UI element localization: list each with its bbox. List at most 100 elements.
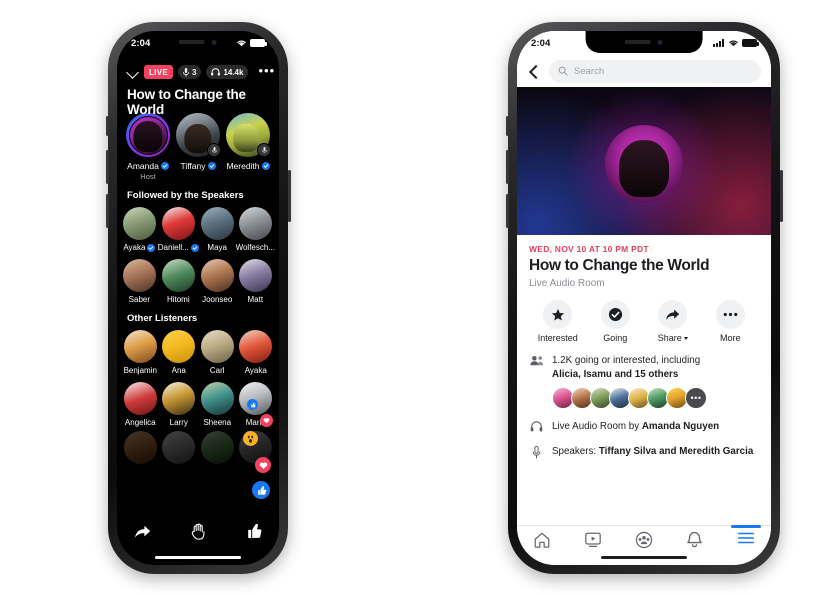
host-avatar [605,124,683,203]
avatar [238,259,272,292]
bell-icon [687,531,703,548]
speaker-card[interactable]: Amanda Host [123,113,173,181]
share-button[interactable]: Share [644,300,702,343]
avatar-image [162,431,196,464]
home-icon [535,532,550,548]
person-name: Benjamin [123,366,157,375]
person-card[interactable]: Ana [160,330,199,375]
person-name-row: Maria [246,418,266,427]
chevron-down-icon[interactable] [126,66,139,79]
person-card[interactable]: Ayaka [237,330,276,375]
person-card[interactable] [160,431,199,464]
home-indicator [155,555,241,559]
star-icon-container [543,300,573,329]
attendee-facepile[interactable]: ••• [552,387,759,410]
person-name-row: Ana [172,366,186,375]
person-card[interactable]: Benjamin [121,330,160,375]
person-card[interactable] [198,431,237,464]
person-card[interactable]: Maya [199,207,236,252]
avatar [200,330,234,363]
attendance-row[interactable]: 1.2K going or interested, including Alic… [529,354,759,381]
avatar [161,207,195,240]
raise-hand-icon[interactable] [191,523,207,540]
going-button[interactable]: Going [587,300,645,343]
person-card[interactable]: Larry [160,382,199,427]
microphone-icon [183,67,189,77]
watch-tab[interactable] [568,531,619,548]
avatar-image [238,207,272,240]
battery-icon [250,39,267,47]
person-name-row: Angelica [125,418,156,427]
person-card[interactable]: Hitomi [158,259,199,304]
attendance-text: 1.2K going or interested, including Alic… [552,354,700,381]
speaker-name: Tiffany [180,161,206,171]
person-card[interactable]: Carl [198,330,237,375]
cellular-bars-icon [713,39,724,47]
person-name-row: Larry [170,418,188,427]
more-label: More [720,333,741,343]
avatar-image [200,330,234,363]
person-card[interactable]: Wolfesch... [236,207,275,252]
person-card[interactable]: Joonseo [199,259,236,304]
groups-icon [635,531,653,549]
host-row[interactable]: Live Audio Room by Amanda Nguyen [529,420,759,434]
volume-up-button [505,150,509,184]
home-tab[interactable] [517,531,568,549]
person-name: Maria [245,418,266,427]
person-card[interactable]: Matt [236,259,275,304]
listeners-grid: Benjamin Ana Carl Ayaka Angelica Larry S… [117,330,279,427]
avatar [123,382,157,415]
avatar [162,330,196,363]
avatar [239,382,273,415]
speaker-grille [624,40,651,44]
speaker-card[interactable]: Meredith [223,113,273,181]
person-card[interactable]: Daniell... [158,207,199,252]
groups-tab[interactable] [619,531,670,549]
speaker-grille [178,40,205,44]
thumbs-up-icon[interactable] [247,523,263,539]
person-card[interactable]: Maria [237,382,276,427]
person-card[interactable]: Saber [121,259,158,304]
speaker-card[interactable]: Tiffany [173,113,223,181]
person-card[interactable] [237,431,276,464]
verified-badge-icon [160,162,169,170]
status-time: 2:04 [531,37,551,49]
person-name-row: Maya [207,243,227,252]
person-card[interactable] [121,431,160,464]
avatar [226,113,271,157]
more-button[interactable]: More [702,300,760,343]
interested-button[interactable]: Interested [529,300,587,343]
person-card[interactable]: Angelica [121,382,160,427]
person-card[interactable]: Ayaka [121,207,158,252]
hamburger-menu-icon [737,532,754,544]
action-label-text: Share [657,333,682,343]
speaker-name-row: Meredith [226,161,270,171]
avatar [239,330,273,363]
search-placeholder: Search [574,65,605,77]
mockup-stage: 2:04 LIVE 3 14.4k ••• How to Change the … [0,0,820,595]
notch [585,31,703,53]
action-label-text: More [719,333,741,343]
back-chevron-icon[interactable] [527,64,541,78]
attendance-line2: Alicia, Isamu and 15 others [552,368,679,380]
power-button [287,170,291,222]
avatar-image [161,207,195,240]
person-name: Matt [247,295,264,304]
person-name: Daniell... [157,243,189,252]
phone-live-room: 2:04 LIVE 3 14.4k ••• How to Change the … [105,22,291,574]
search-input[interactable]: Search [549,59,761,83]
more-options-icon[interactable]: ••• [258,64,275,81]
person-card[interactable]: Sheena [198,382,237,427]
notifications-tab[interactable] [669,531,720,549]
speakers-row[interactable]: Speakers: Tiffany Silva and Meredith Gar… [529,445,759,459]
live-room-scroll-area[interactable]: Amanda Host Tiffany Meredith Followed by… [117,109,279,565]
avatar [126,113,170,157]
person-name: Angelica [124,418,156,427]
microphone-icon [211,146,217,153]
menu-tab[interactable] [720,531,771,545]
share-arrow-icon[interactable] [134,524,151,539]
avatar [161,259,195,292]
avatar [122,207,156,240]
avatar [200,382,234,415]
facepile-more-button[interactable]: ••• [685,387,707,410]
